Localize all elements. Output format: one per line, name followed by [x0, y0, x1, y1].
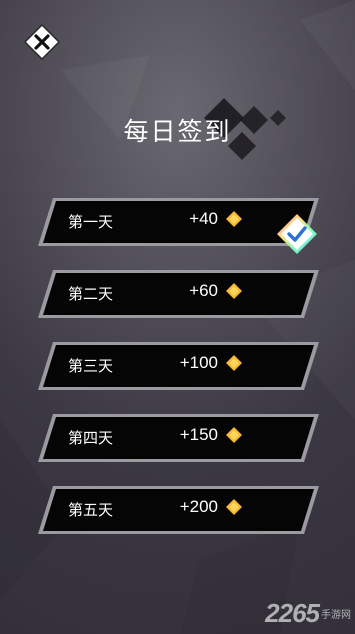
reward: +100: [166, 353, 276, 373]
day-label: 第五天: [68, 501, 114, 519]
watermark-number: 2265: [265, 597, 320, 628]
reward-amount: +100: [179, 353, 218, 372]
diamond-gem-icon: [226, 283, 242, 299]
reward-amount: +40: [189, 209, 218, 228]
reward: +200: [166, 497, 276, 517]
page-title: 每日签到: [123, 117, 232, 146]
diamond-gem-icon: [226, 211, 242, 227]
reward: +40: [166, 209, 276, 229]
reward-amount: +60: [189, 281, 218, 300]
diamond-gem-icon: [226, 355, 242, 371]
day-label: 第四天: [68, 429, 114, 447]
reward-amount: +200: [179, 497, 218, 516]
close-icon: [23, 23, 61, 61]
sign-in-day-2[interactable]: 第二天 +60: [36, 268, 321, 320]
day-label: 第一天: [68, 213, 114, 231]
close-button[interactable]: [23, 23, 61, 61]
day-label: 第二天: [68, 285, 114, 303]
diamond-gem-icon: [226, 499, 242, 515]
reward: +60: [166, 281, 276, 301]
diamond-gem-icon: [226, 427, 242, 443]
day-label: 第三天: [68, 357, 114, 375]
reward-amount: +150: [179, 425, 218, 444]
watermark-text: 手游网: [321, 609, 351, 621]
reward: +150: [166, 425, 276, 445]
watermark: 2265 手游网: [265, 598, 351, 628]
claimed-check-icon: [277, 214, 317, 254]
sign-in-day-4[interactable]: 第四天 +150: [36, 412, 321, 464]
sign-in-day-5[interactable]: 第五天 +200: [36, 484, 321, 536]
sign-in-day-3[interactable]: 第三天 +100: [36, 340, 321, 392]
